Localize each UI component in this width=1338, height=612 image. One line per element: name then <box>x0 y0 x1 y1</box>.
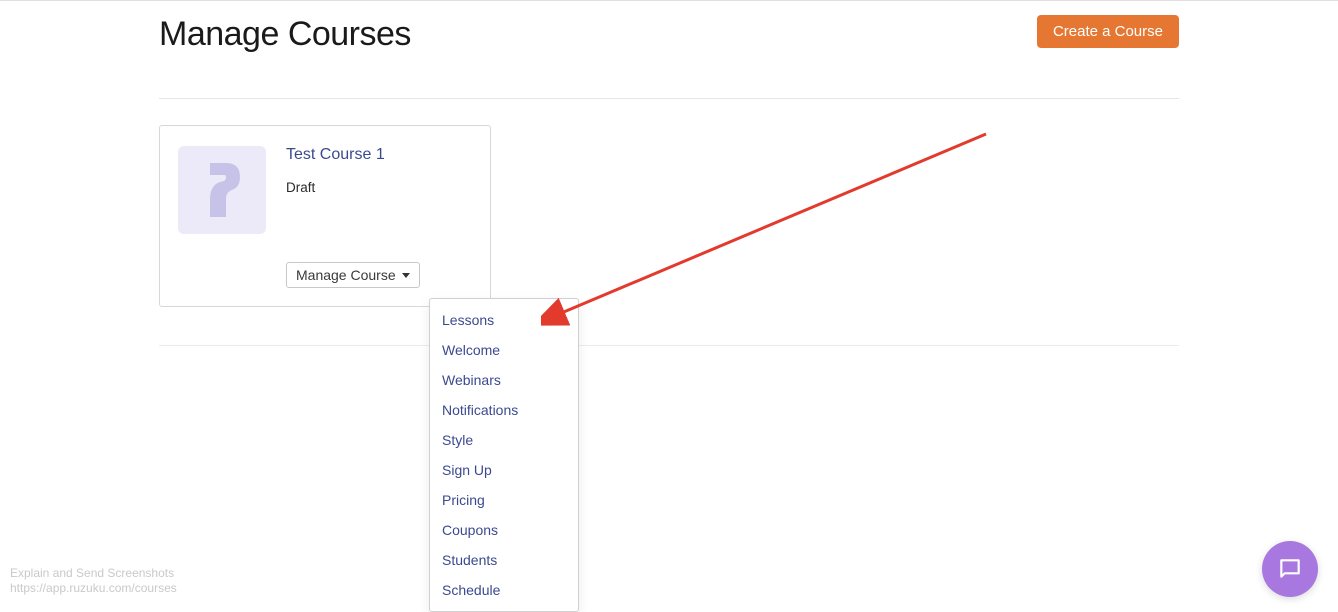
divider-bottom <box>159 345 1179 346</box>
course-info: Test Course 1 Draft <box>286 146 472 234</box>
dropdown-item-pricing[interactable]: Pricing <box>430 485 578 515</box>
dropdown-item-coupons[interactable]: Coupons <box>430 515 578 545</box>
footer-line-1: Explain and Send Screenshots <box>10 566 177 582</box>
manage-course-label: Manage Course <box>296 267 396 283</box>
manage-course-dropdown-button[interactable]: Manage Course <box>286 262 420 288</box>
header-row: Manage Courses Create a Course <box>159 1 1179 54</box>
course-status: Draft <box>286 180 472 195</box>
dropdown-item-notifications[interactable]: Notifications <box>430 395 578 425</box>
chat-icon <box>1277 556 1303 582</box>
dropdown-item-schedule[interactable]: Schedule <box>430 575 578 605</box>
course-card: Test Course 1 Draft Manage Course <box>159 125 491 307</box>
dropdown-item-welcome[interactable]: Welcome <box>430 335 578 365</box>
help-chat-button[interactable] <box>1262 541 1318 597</box>
dropdown-item-lessons[interactable]: Lessons <box>430 305 578 335</box>
main-container: Manage Courses Create a Course Test Cour… <box>149 1 1189 346</box>
course-card-top: Test Course 1 Draft <box>178 146 472 234</box>
manage-course-dropdown-menu: Lessons Welcome Webinars Notifications S… <box>429 298 579 612</box>
dropdown-item-style[interactable]: Style <box>430 425 578 455</box>
annotation-arrow <box>541 129 1001 329</box>
create-course-button[interactable]: Create a Course <box>1037 15 1179 48</box>
course-thumbnail <box>178 146 266 234</box>
divider-top <box>159 98 1179 99</box>
course-title-link[interactable]: Test Course 1 <box>286 146 472 164</box>
ruzuku-logo-icon <box>202 163 242 217</box>
dropdown-item-students[interactable]: Students <box>430 545 578 575</box>
chevron-down-icon <box>402 273 410 278</box>
footer-caption: Explain and Send Screenshots https://app… <box>10 566 177 597</box>
dropdown-item-webinars[interactable]: Webinars <box>430 365 578 395</box>
page-title: Manage Courses <box>159 15 411 54</box>
dropdown-item-signup[interactable]: Sign Up <box>430 455 578 485</box>
footer-line-2: https://app.ruzuku.com/courses <box>10 581 177 597</box>
